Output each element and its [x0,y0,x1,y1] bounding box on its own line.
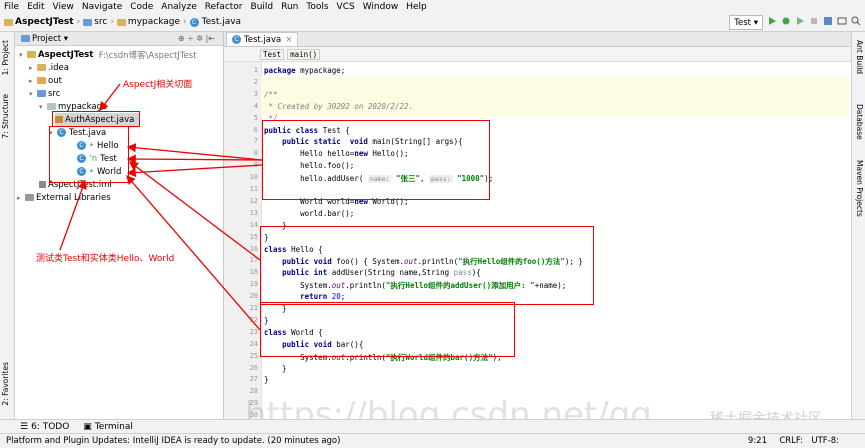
status-bar: Platform and Plugin Updates: IntelliJ ID… [0,433,865,448]
terminal-icon: ▣ [83,422,92,432]
todo-icon: ☰ [20,422,29,432]
terminal-tab[interactable]: Terminal [95,422,133,432]
arrow-test-to-hello [126,143,263,161]
arrow-test-to-world [126,164,263,178]
file-encoding[interactable]: UTF-8: [811,436,839,446]
annotation-arrows [59,83,263,331]
status-message[interactable]: Platform and Plugin Updates: IntelliJ ID… [6,436,340,446]
todo-tab[interactable]: 6: TODO [31,422,69,432]
arrow-to-aspect [99,83,121,112]
arrow-world-to-tree [126,175,261,331]
arrow-hello-to-tree [128,161,261,261]
cursor-position[interactable]: 9:21 [748,436,767,446]
arrow-test-to-test [126,154,263,164]
bottom-tool-bar: ☰ 6: TODO ▣ Terminal [0,419,865,434]
arrow-label-to-tree [59,179,87,251]
line-separator[interactable]: CRLF: [779,436,803,446]
